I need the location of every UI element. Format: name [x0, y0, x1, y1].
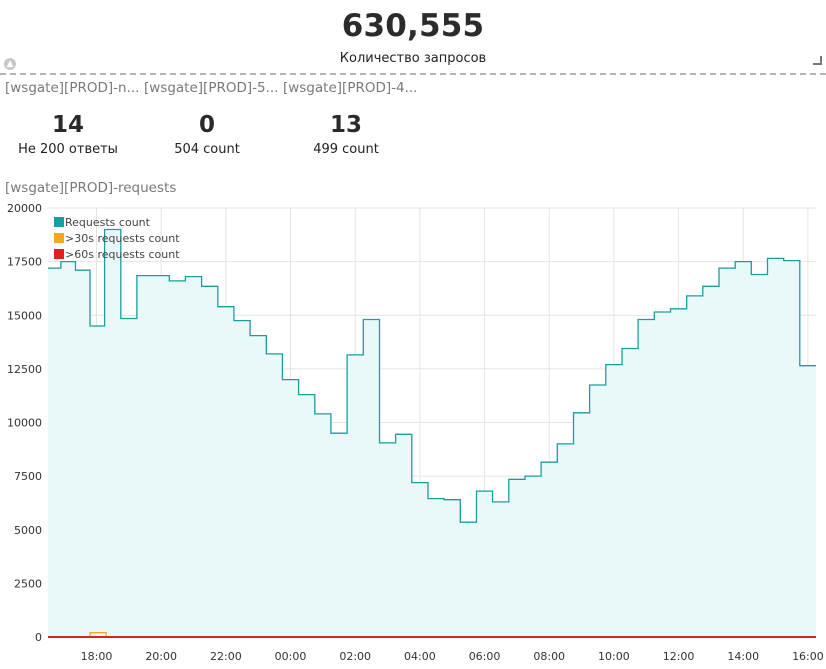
y-tick-label: 7500	[14, 470, 42, 483]
chevron-up-icon[interactable]: ▲	[4, 58, 16, 70]
legend-label: >30s requests count	[65, 231, 180, 245]
stat-non200: 14 Не 200 ответы	[8, 112, 128, 157]
stat-value: 0	[198, 112, 215, 138]
chart-title: [wsgate][PROD]-requests	[5, 180, 177, 196]
panel-tab-504[interactable]: [wsgate][PROD]-5...	[144, 80, 278, 96]
panel-tab-499[interactable]: [wsgate][PROD]-4...	[283, 80, 417, 96]
legend-swatch	[54, 233, 64, 243]
requests-chart[interactable]: 0 2500 5000 7500 10000 12500 15000 17500 20000 18…	[0, 196, 826, 669]
y-tick-label: 15000	[7, 309, 42, 322]
x-tick-label: 02:00	[339, 650, 371, 663]
stat-label: 504 count	[174, 142, 240, 157]
resize-corner-icon[interactable]	[813, 56, 822, 65]
total-requests-panel: 630,555 Количество запросов ▲	[0, 0, 826, 75]
total-requests-value: 630,555	[341, 8, 485, 44]
y-tick-label: 10000	[7, 417, 42, 430]
panel-tab-non200[interactable]: [wsgate][PROD]-n...	[5, 80, 139, 96]
y-tick-label: 2500	[14, 577, 42, 590]
x-tick-label: 06:00	[469, 650, 501, 663]
x-tick-label: 14:00	[727, 650, 759, 663]
x-tick-label: 16:00	[792, 650, 824, 663]
stat-499: 13 499 count	[286, 112, 406, 157]
legend-item-over30[interactable]: >30s requests count	[54, 230, 180, 246]
x-tick-label: 18:00	[81, 650, 113, 663]
y-tick-label: 12500	[7, 363, 42, 376]
x-tick-label: 00:00	[275, 650, 307, 663]
x-tick-label: 10:00	[598, 650, 630, 663]
legend-label: >60s requests count	[65, 247, 180, 261]
y-tick-label: 0	[35, 631, 42, 644]
legend-swatch	[54, 217, 64, 227]
y-tick-label: 20000	[7, 202, 42, 215]
stat-value: 14	[51, 112, 84, 138]
x-tick-label: 08:00	[533, 650, 565, 663]
row-divider	[0, 73, 826, 75]
legend-label: Requests count	[65, 215, 150, 229]
stat-label: 499 count	[313, 142, 379, 157]
total-requests-label: Количество запросов	[339, 51, 487, 66]
stat-value: 13	[329, 112, 362, 138]
requests-area	[48, 229, 816, 637]
legend-swatch	[54, 249, 64, 259]
stat-504: 0 504 count	[147, 112, 267, 157]
legend-item-over60[interactable]: >60s requests count	[54, 246, 180, 262]
x-tick-label: 04:00	[404, 650, 436, 663]
stat-label: Не 200 ответы	[18, 142, 118, 157]
x-tick-label: 22:00	[210, 650, 242, 663]
x-tick-label: 20:00	[145, 650, 177, 663]
x-tick-label: 12:00	[663, 650, 695, 663]
legend-item-requests[interactable]: Requests count	[54, 214, 180, 230]
y-tick-label: 5000	[14, 524, 42, 537]
y-tick-label: 17500	[7, 256, 42, 269]
chart-legend: Requests count >30s requests count >60s …	[54, 214, 180, 262]
